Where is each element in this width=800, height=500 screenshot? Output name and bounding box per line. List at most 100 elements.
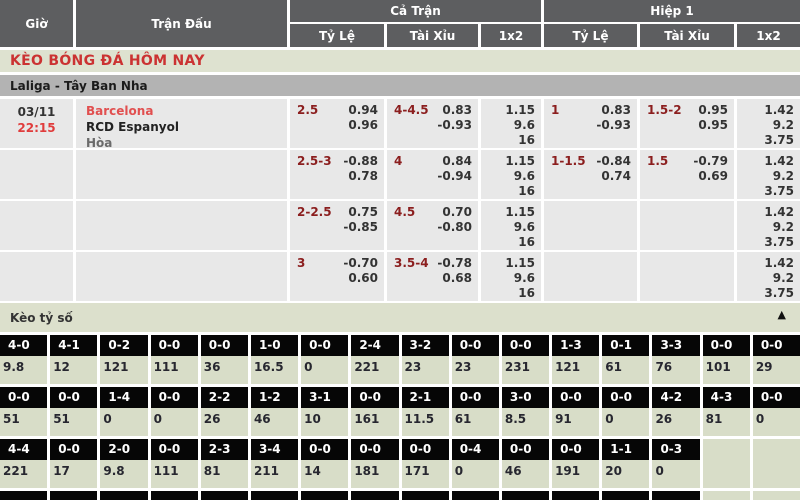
score-odds-cell[interactable] <box>251 491 298 500</box>
score-odds-cell[interactable]: 4-09.8 <box>0 335 47 384</box>
odds-cell-h1-1x2[interactable]: 1.429.23.75 <box>737 150 800 199</box>
odds-cell-ft-handicap[interactable]: 2-2.50.75-0.85 <box>290 201 384 250</box>
score-odds-cell[interactable]: 4-381 <box>703 387 750 436</box>
score-odds-cell[interactable]: 2-381 <box>201 439 248 488</box>
score-odds-cell[interactable]: 0-0231 <box>502 335 549 384</box>
header-time: Giờ <box>0 0 73 47</box>
score-odds-cell[interactable] <box>151 491 198 500</box>
score-odds-cell[interactable]: 4-112 <box>50 335 97 384</box>
score-odds-cell[interactable]: 0-00 <box>151 387 198 436</box>
odds-cell-ft-overunder[interactable]: 4.50.70-0.80 <box>387 201 478 250</box>
score-odds-cell[interactable]: 1-3121 <box>552 335 599 384</box>
score-odds-cell[interactable]: 0-061 <box>452 387 499 436</box>
score-odds-cell[interactable]: 3-110 <box>301 387 348 436</box>
odds-cell-ft-overunder[interactable]: 3.5-4-0.780.68 <box>387 252 478 301</box>
score-odds-cell[interactable]: 1-120 <box>602 439 649 488</box>
score-odds-cell[interactable]: 0-051 <box>50 387 97 436</box>
score-odds-cell[interactable]: 0-2121 <box>100 335 147 384</box>
score-box: 0-0 <box>301 439 348 460</box>
score-odds-cell[interactable]: 1-246 <box>251 387 298 436</box>
score-odds-cell[interactable]: 0-30 <box>652 439 699 488</box>
score-odds-cell[interactable]: 0-017 <box>50 439 97 488</box>
odds-cell-ft-1x2[interactable]: 1.159.616 <box>481 201 541 250</box>
score-odds-cell[interactable]: 1-016.5 <box>251 335 298 384</box>
score-odds-cell[interactable]: 0-0101 <box>703 335 750 384</box>
odds-cell-ft-handicap[interactable]: 2.50.940.96 <box>290 99 384 148</box>
odds-cell-h1-handicap[interactable]: 10.83-0.93 <box>544 99 637 148</box>
score-odds-cell[interactable] <box>0 491 47 500</box>
odds-cell-ft-handicap[interactable]: 3-0.700.60 <box>290 252 384 301</box>
odds-cell-ft-overunder[interactable]: 40.84-0.94 <box>387 150 478 199</box>
score-odds-cell[interactable]: 0-046 <box>502 439 549 488</box>
score-odds-value: 46 <box>502 460 549 478</box>
score-odds-value: 161 <box>351 408 398 426</box>
score-odds-cell[interactable]: 0-0191 <box>552 439 599 488</box>
odds-value: 3.75 <box>764 235 794 250</box>
score-odds-cell[interactable]: 0-0171 <box>402 439 449 488</box>
odds-cell-ft-overunder[interactable]: 4-4.50.83-0.93 <box>387 99 478 148</box>
score-odds-cell[interactable]: 0-036 <box>201 335 248 384</box>
score-odds-cell[interactable] <box>452 491 499 500</box>
score-odds-cell[interactable]: 3-4211 <box>251 439 298 488</box>
score-odds-cell[interactable]: 3-223 <box>402 335 449 384</box>
odds-cell-ft-1x2[interactable]: 1.159.616 <box>481 150 541 199</box>
score-odds-cell[interactable]: 3-376 <box>652 335 699 384</box>
score-box: 1-3 <box>552 335 599 356</box>
match-time: 22:15 <box>17 120 55 136</box>
score-odds-cell[interactable]: 2-111.5 <box>402 387 449 436</box>
score-odds-cell[interactable]: 0-161 <box>602 335 649 384</box>
score-box: 0-2 <box>100 335 147 356</box>
score-odds-value: 121 <box>552 356 599 374</box>
score-odds-value: 101 <box>703 356 750 374</box>
odds-value: 16 <box>505 133 535 148</box>
score-odds-cell[interactable]: 0-051 <box>0 387 47 436</box>
odds-cell-h1-handicap[interactable]: 1-1.5-0.840.74 <box>544 150 637 199</box>
score-odds-cell[interactable]: 0-0161 <box>351 387 398 436</box>
score-box <box>351 491 398 500</box>
score-odds-cell[interactable]: 4-4221 <box>0 439 47 488</box>
score-odds-cell[interactable] <box>50 491 97 500</box>
odds-value: 9.6 <box>505 169 535 184</box>
odds-cell-ft-1x2[interactable]: 1.159.616 <box>481 252 541 301</box>
score-odds-cell[interactable] <box>351 491 398 500</box>
score-odds-cell[interactable] <box>201 491 248 500</box>
odds-cell-ft-1x2[interactable]: 1.159.616 <box>481 99 541 148</box>
score-odds-cell[interactable]: 0-00 <box>602 387 649 436</box>
score-odds-cell[interactable] <box>552 491 599 500</box>
score-box: 0-0 <box>151 439 198 460</box>
score-odds-cell[interactable]: 0-0111 <box>151 439 198 488</box>
odds-cell-h1-overunder[interactable]: 1.5-20.950.95 <box>640 99 734 148</box>
score-odds-cell[interactable]: 2-09.8 <box>100 439 147 488</box>
score-odds-cell[interactable] <box>402 491 449 500</box>
odds-cell-h1-overunder[interactable]: 1.5-0.790.69 <box>640 150 734 199</box>
score-odds-cell[interactable] <box>602 491 649 500</box>
score-odds-cell[interactable]: 0-0111 <box>151 335 198 384</box>
score-odds-cell[interactable]: 0-023 <box>452 335 499 384</box>
odds-cell-h1-1x2[interactable]: 1.429.23.75 <box>737 201 800 250</box>
collapse-arrow-icon[interactable]: ▲ <box>778 308 786 321</box>
odds-cell-h1-1x2[interactable]: 1.429.23.75 <box>737 99 800 148</box>
odds-cell-h1-1x2[interactable]: 1.429.23.75 <box>737 252 800 301</box>
odds-cell-ft-handicap[interactable]: 2.5-3-0.880.78 <box>290 150 384 199</box>
score-odds-value: 171 <box>402 460 449 478</box>
score-box: 1-2 <box>251 387 298 408</box>
score-odds-cell[interactable]: 0-091 <box>552 387 599 436</box>
score-odds-cell[interactable]: 1-40 <box>100 387 147 436</box>
score-odds-cell[interactable]: 0-029 <box>753 335 800 384</box>
score-odds-cell[interactable] <box>301 491 348 500</box>
score-odds-value: 0 <box>602 408 649 426</box>
score-odds-cell[interactable]: 3-08.5 <box>502 387 549 436</box>
score-odds-cell[interactable]: 0-00 <box>753 387 800 436</box>
score-odds-cell[interactable] <box>652 491 699 500</box>
score-odds-cell[interactable]: 4-226 <box>652 387 699 436</box>
score-odds-cell[interactable] <box>100 491 147 500</box>
score-odds-cell[interactable]: 0-014 <box>301 439 348 488</box>
score-odds-cell[interactable]: 0-0181 <box>351 439 398 488</box>
score-odds-cell[interactable]: 0-00 <box>301 335 348 384</box>
score-odds-cell[interactable]: 2-4221 <box>351 335 398 384</box>
score-odds-cell[interactable] <box>502 491 549 500</box>
score-odds-cell[interactable]: 0-40 <box>452 439 499 488</box>
score-odds-value: 11.5 <box>402 408 449 426</box>
score-odds-cell[interactable]: 2-226 <box>201 387 248 436</box>
score-grid: 4-09.84-1120-21210-01110-0361-016.50-002… <box>0 335 800 500</box>
